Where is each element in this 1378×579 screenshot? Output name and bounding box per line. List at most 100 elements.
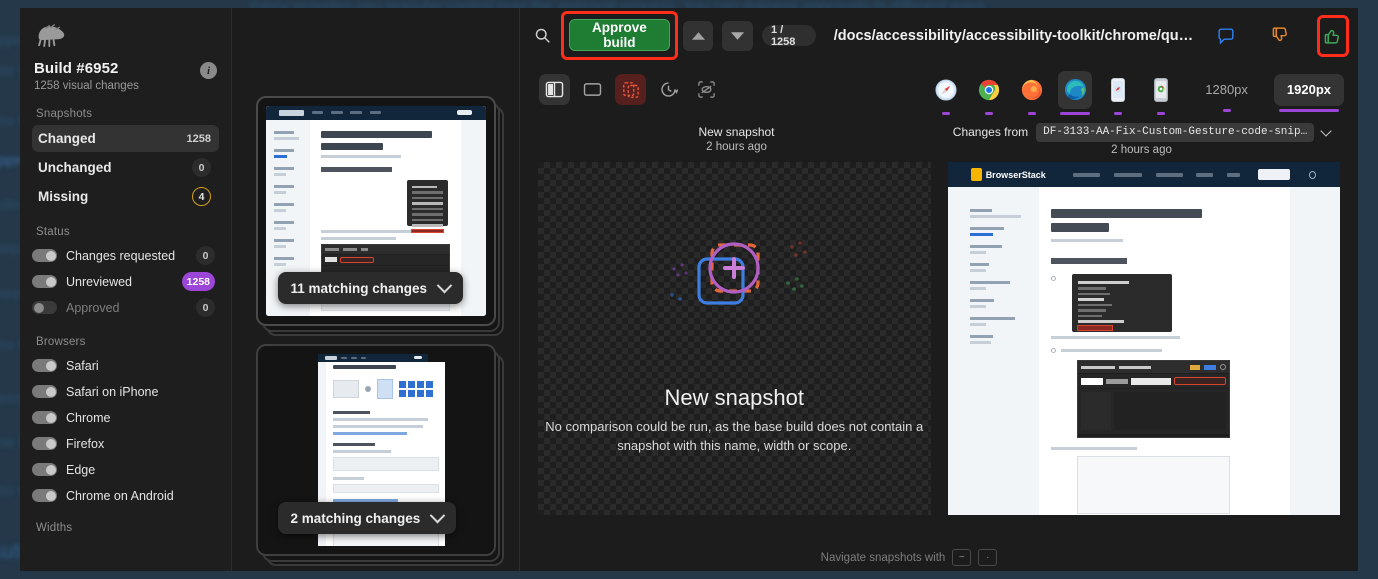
status-filter-count: 0 bbox=[196, 246, 215, 265]
browser-filter-label: Firefox bbox=[66, 436, 105, 451]
toggle-switch[interactable] bbox=[32, 489, 57, 502]
sidebar-item-count: 0 bbox=[192, 158, 211, 177]
firefox-icon bbox=[1022, 79, 1043, 100]
browser-filter-iphone-device-icon[interactable] bbox=[1101, 71, 1135, 115]
next-snapshot-button[interactable] bbox=[722, 20, 753, 51]
key-right-icon[interactable]: · bbox=[978, 549, 998, 566]
status-filter-label: Unreviewed bbox=[66, 274, 133, 289]
matching-changes-badge[interactable]: 11 matching changes bbox=[277, 272, 464, 304]
width-option-label: 1280px bbox=[1205, 82, 1248, 97]
chrome-icon bbox=[979, 79, 1000, 100]
empty-state-message: No comparison could be run, as the base … bbox=[545, 419, 924, 453]
left-pane: New snapshot No comparison could be run,… bbox=[538, 162, 931, 544]
previous-snapshot-button[interactable] bbox=[682, 20, 714, 51]
toggle-switch[interactable] bbox=[32, 463, 57, 476]
thumb-down-icon[interactable] bbox=[1267, 21, 1294, 51]
snapshot-path: /docs/accessibility/accessibility-toolki… bbox=[833, 27, 1195, 44]
browser-filter-label: Safari bbox=[66, 358, 99, 373]
info-icon[interactable]: i bbox=[200, 62, 217, 79]
base-snapshot-image: BrowserStack bbox=[947, 162, 1340, 515]
browser-filter-edge[interactable]: Edge bbox=[32, 457, 219, 482]
browser-filter-firefox-icon[interactable] bbox=[1015, 71, 1049, 115]
status-filter-changes-requested[interactable]: Changes requested 0 bbox=[32, 243, 219, 268]
snapshot-compare-header: New snapshot 2 hours ago Changes from DF… bbox=[520, 116, 1358, 162]
status-filter-count: 1258 bbox=[181, 272, 215, 291]
sidebar-item-unchanged[interactable]: Unchanged 0 bbox=[32, 154, 219, 181]
chevron-down-icon bbox=[430, 507, 446, 523]
width-option-1280[interactable]: 1280px bbox=[1192, 74, 1261, 112]
safari-icon bbox=[935, 78, 957, 101]
browser-filter-android-device-icon[interactable] bbox=[1144, 71, 1178, 115]
snapshot-thumbnail-list[interactable]: 11 matching changes 2 matching changes bbox=[232, 8, 520, 571]
browser-filter-safari-icon[interactable] bbox=[929, 71, 963, 115]
sidebar-item-count: 1258 bbox=[186, 132, 211, 145]
approve-build-button[interactable]: Approve build bbox=[568, 19, 670, 51]
browser-filter-safari-iphone[interactable]: Safari on iPhone bbox=[32, 379, 219, 404]
browser-filter-chrome-android[interactable]: Chrome on Android bbox=[32, 483, 219, 508]
key-left-icon[interactable]: − bbox=[952, 549, 972, 566]
snapshots-section-label: Snapshots bbox=[36, 108, 93, 120]
browser-filter-label: Safari on iPhone bbox=[66, 384, 159, 399]
changes-from-label: Changes from bbox=[952, 125, 1029, 139]
browser-filter-label: Chrome bbox=[66, 410, 111, 425]
view-toolbar: 1280px 1920px bbox=[520, 63, 1358, 116]
edge-icon bbox=[1064, 78, 1086, 101]
status-filter-approved[interactable]: Approved 0 bbox=[32, 295, 219, 320]
browsers-section-label: Browsers bbox=[36, 336, 86, 348]
browser-filter-label: Edge bbox=[66, 462, 96, 477]
new-snapshot-empty-state: New snapshot No comparison could be run,… bbox=[538, 162, 931, 515]
toggle-switch[interactable] bbox=[32, 437, 57, 450]
side-by-side-view-button[interactable] bbox=[539, 74, 570, 105]
comment-icon[interactable] bbox=[1213, 21, 1240, 51]
app-logo[interactable] bbox=[32, 8, 219, 58]
android-device-icon bbox=[1154, 77, 1169, 102]
status-filter-unreviewed[interactable]: Unreviewed 1258 bbox=[32, 269, 219, 294]
comparison-panes: New snapshot No comparison could be run,… bbox=[520, 162, 1358, 544]
empty-state-title: New snapshot bbox=[664, 385, 804, 411]
base-snapshot-time: 2 hours ago bbox=[1111, 143, 1172, 156]
browser-filter-edge-icon[interactable] bbox=[1058, 70, 1093, 115]
build-title: Build #6952 bbox=[34, 60, 119, 77]
browser-filter-safari[interactable]: Safari bbox=[32, 353, 219, 378]
browser-filter-chrome-icon[interactable] bbox=[972, 71, 1006, 115]
status-filter-label: Approved bbox=[66, 300, 120, 315]
base-branch-chip[interactable]: DF-3133-AA-Fix-Custom-Gesture-code-snip… bbox=[1036, 122, 1315, 142]
approve-build-highlight: Approve build bbox=[560, 11, 678, 60]
browser-filter-label: Chrome on Android bbox=[66, 488, 174, 503]
status-filter-label: Changes requested bbox=[66, 248, 176, 263]
hide-diff-button[interactable] bbox=[691, 74, 722, 105]
percy-logo-icon bbox=[38, 24, 65, 47]
sidebar-item-label: Missing bbox=[38, 189, 89, 204]
iphone-device-icon bbox=[1111, 77, 1126, 102]
status-filter-count: 0 bbox=[196, 298, 215, 317]
matching-changes-badge[interactable]: 2 matching changes bbox=[277, 502, 457, 534]
snapshot-counter: 1 / 1258 bbox=[761, 24, 816, 48]
new-snapshot-time: 2 hours ago bbox=[706, 141, 767, 153]
base-snapshot-header: Changes from DF-3133-AA-Fix-Custom-Gestu… bbox=[939, 116, 1344, 162]
toggle-switch[interactable] bbox=[32, 359, 57, 372]
diff-overlay-button[interactable] bbox=[615, 74, 646, 105]
thumb-up-icon[interactable] bbox=[1316, 14, 1350, 57]
browser-filter-firefox[interactable]: Firefox bbox=[32, 431, 219, 456]
sidebar-item-changed[interactable]: Changed 1258 bbox=[32, 125, 219, 152]
history-button[interactable] bbox=[653, 74, 684, 105]
sidebar: Build #6952 1258 visual changes i Snapsh… bbox=[20, 8, 232, 571]
search-icon[interactable] bbox=[529, 21, 556, 51]
single-view-button[interactable] bbox=[577, 74, 608, 105]
new-snapshot-header: New snapshot 2 hours ago bbox=[534, 116, 939, 162]
browser-filter-chrome[interactable]: Chrome bbox=[32, 405, 219, 430]
toggle-switch[interactable] bbox=[32, 411, 57, 424]
width-option-label: 1920px bbox=[1286, 82, 1331, 97]
toggle-switch[interactable] bbox=[32, 301, 57, 314]
chevron-down-icon[interactable] bbox=[1320, 124, 1332, 137]
toggle-switch[interactable] bbox=[32, 275, 57, 288]
main-content: Approve build 1 / 1258 /docs/accessibili… bbox=[520, 8, 1358, 571]
width-option-1920[interactable]: 1920px bbox=[1273, 73, 1344, 112]
widths-section-label: Widths bbox=[36, 522, 73, 534]
toggle-switch[interactable] bbox=[32, 385, 57, 398]
thumbnail-card[interactable]: 11 matching changes bbox=[255, 96, 504, 336]
right-pane: BrowserStack bbox=[947, 162, 1340, 544]
sidebar-item-missing[interactable]: Missing 4 bbox=[32, 183, 219, 210]
thumbnail-card[interactable]: 2 matching changes bbox=[255, 344, 504, 566]
toggle-switch[interactable] bbox=[32, 249, 57, 262]
